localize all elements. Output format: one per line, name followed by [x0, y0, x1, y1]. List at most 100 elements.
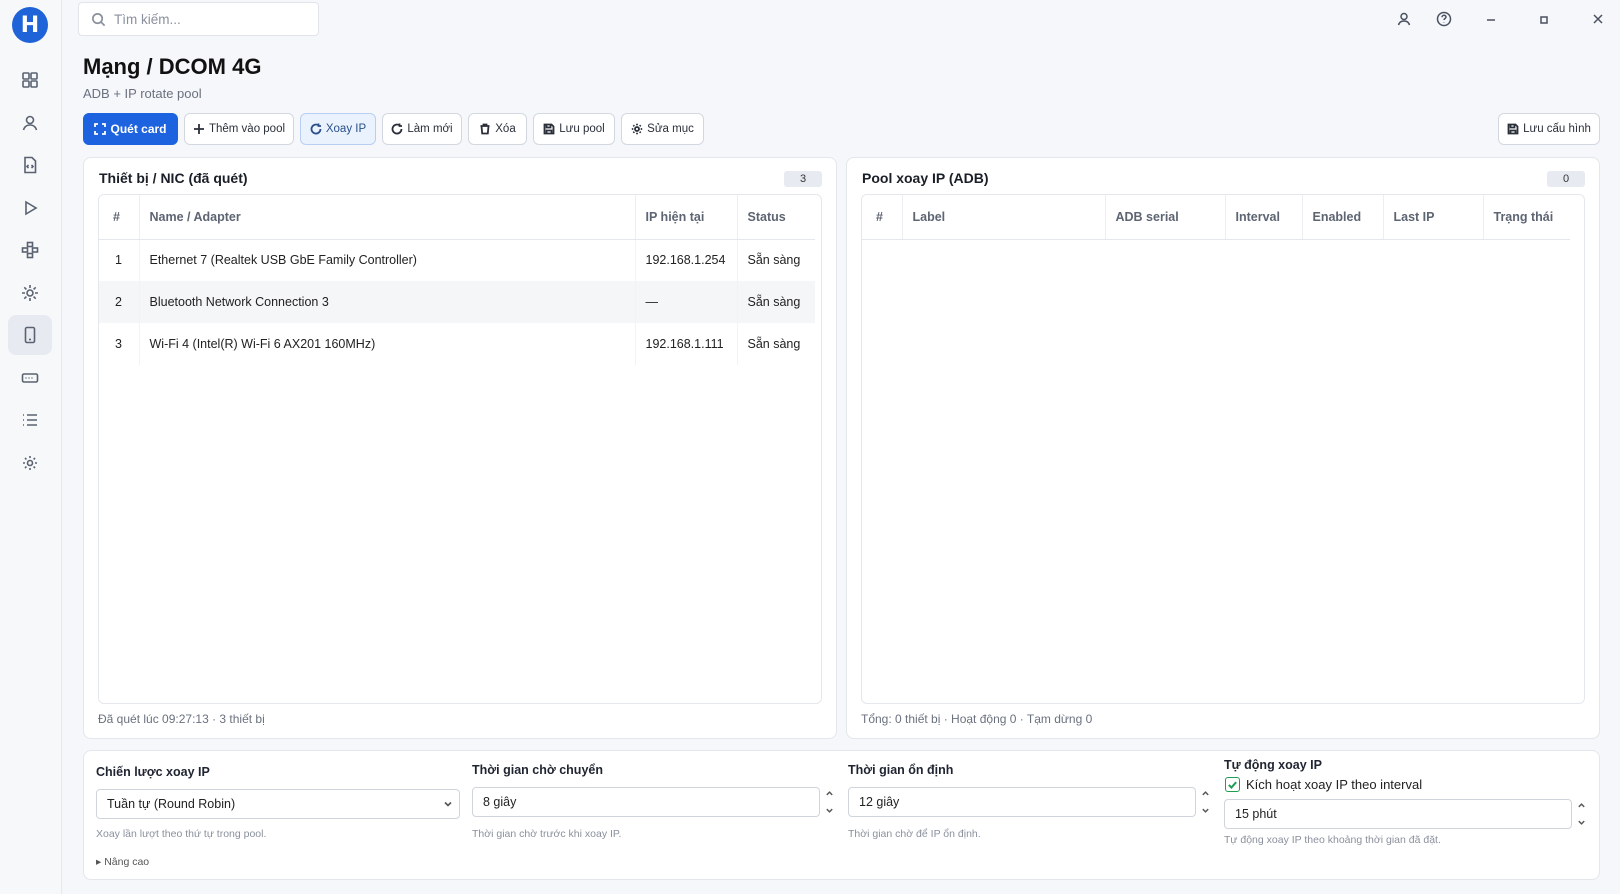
- auto-rotate-checkbox-label[interactable]: Kích hoạt xoay IP theo interval: [1246, 777, 1422, 792]
- row-status: Sẵn sàng: [737, 281, 815, 323]
- add-to-pool-label: Thêm vào pool: [208, 123, 286, 135]
- auto-rotate-checkbox[interactable]: [1225, 777, 1240, 792]
- close-icon: [1593, 14, 1603, 24]
- column-header-last-ip[interactable]: Last IP: [1383, 195, 1484, 240]
- sidebar-item-proxy[interactable]: [8, 273, 52, 313]
- stable-time-stepper[interactable]: [1198, 787, 1212, 817]
- column-header-ip[interactable]: IP hiện tại: [635, 195, 738, 240]
- search-box: [78, 2, 319, 36]
- close-button[interactable]: [1585, 8, 1611, 30]
- row-ip: 192.168.1.254: [635, 239, 738, 281]
- devices-table: # Name / Adapter IP hiện tại Status 1 Et…: [98, 194, 822, 704]
- sun-icon: [22, 285, 38, 301]
- devices-panel-title: Thiết bị / NIC (đã quét): [99, 170, 248, 186]
- sidebar-item-dashboard[interactable]: [8, 60, 52, 100]
- minimize-button[interactable]: [1478, 8, 1504, 30]
- search-input[interactable]: [114, 11, 304, 27]
- edit-item-label: Sửa mục: [647, 123, 694, 135]
- sidebar-item-network-map[interactable]: [8, 230, 52, 270]
- sidebar-item-scripts[interactable]: [8, 145, 52, 185]
- sidebar: H: [0, 0, 62, 894]
- column-header-adb-serial[interactable]: ADB serial: [1105, 195, 1226, 240]
- sidebar-item-cards[interactable]: [8, 358, 52, 398]
- devices-count-badge: 3: [784, 171, 822, 187]
- stable-time-input[interactable]: 12 giây: [848, 787, 1196, 817]
- stable-time-hint: Thời gian chờ để IP ổn định.: [848, 828, 981, 840]
- table-row[interactable]: 3 Wi-Fi 4 (Intel(R) Wi-Fi 6 AX201 160MHz…: [99, 323, 815, 365]
- devices-panel: Thiết bị / NIC (đã quét) 3 # Name / Adap…: [83, 157, 837, 739]
- auto-rotate-label: Tự động xoay IP: [1224, 758, 1322, 772]
- auto-interval-input[interactable]: 15 phút: [1224, 799, 1572, 829]
- user-icon: [22, 115, 38, 131]
- column-header-label[interactable]: Label: [902, 195, 1106, 240]
- devices-table-header: # Name / Adapter IP hiện tại Status: [99, 195, 815, 240]
- wait-time-stepper[interactable]: [822, 787, 836, 817]
- plus-icon: [193, 124, 204, 134]
- rotate-ip-label: Xoay IP: [325, 123, 367, 135]
- column-header-index[interactable]: #: [862, 195, 903, 240]
- pool-footer: Tổng: 0 thiết bị · Hoạt động 0 · Tạm dừn…: [861, 712, 1093, 726]
- sidebar-item-profile[interactable]: [8, 103, 52, 143]
- column-header-name[interactable]: Name / Adapter: [139, 195, 636, 240]
- mobile-icon: [24, 326, 36, 344]
- delete-label: Xóa: [495, 123, 516, 135]
- pool-panel-title: Pool xoay IP (ADB): [862, 170, 989, 186]
- wait-time-value: 8 giây: [483, 795, 517, 809]
- wait-time-label: Thời gian chờ chuyển: [472, 763, 603, 777]
- add-to-pool-button[interactable]: Thêm vào pool: [184, 113, 294, 145]
- save-icon: [1507, 123, 1519, 135]
- row-status: Sẵn sàng: [747, 337, 801, 351]
- row-status: Sẵn sàng: [747, 253, 801, 268]
- sidebar-item-list[interactable]: [8, 400, 52, 440]
- maximize-button[interactable]: [1531, 8, 1557, 30]
- stable-time-label: Thời gian ổn định: [848, 763, 954, 777]
- minimize-icon: [1487, 19, 1495, 21]
- list-icon: [23, 414, 37, 426]
- chevron-up-icon[interactable]: [1577, 801, 1586, 810]
- sidebar-item-run[interactable]: [8, 188, 52, 228]
- save-config-button[interactable]: Lưu cấu hình: [1498, 113, 1600, 145]
- strategy-label: Chiến lược xoay IP: [96, 765, 210, 779]
- file-code-icon: [24, 156, 37, 174]
- row-name: Ethernet 7 (Realtek USB GbE Family Contr…: [139, 239, 636, 281]
- rotate-ip-button[interactable]: Xoay IP: [300, 113, 376, 145]
- sidebar-item-settings[interactable]: [8, 443, 52, 483]
- chevron-down-icon[interactable]: [1201, 806, 1210, 815]
- gear-icon: [23, 456, 37, 470]
- search-icon: [92, 12, 106, 26]
- row-ip: 192.168.1.111: [635, 323, 738, 365]
- chevron-up-icon[interactable]: [825, 789, 834, 798]
- scan-card-button[interactable]: Quét card: [83, 113, 178, 145]
- delete-button[interactable]: Xóa: [468, 113, 527, 145]
- wait-time-input[interactable]: 8 giây: [472, 787, 820, 817]
- table-row[interactable]: 2 Bluetooth Network Connection 3 — Sẵn s…: [99, 281, 815, 323]
- column-header-enabled[interactable]: Enabled: [1302, 195, 1384, 240]
- edit-item-button[interactable]: Sửa mục: [621, 113, 704, 145]
- stable-time-value: 12 giây: [859, 795, 900, 809]
- strategy-select[interactable]: Tuần tự (Round Robin): [96, 789, 460, 819]
- scan-icon: [94, 123, 107, 135]
- refresh-button[interactable]: Làm mới: [382, 113, 462, 145]
- account-button[interactable]: [1391, 8, 1417, 30]
- pool-table-header: # Label ADB serial Interval Enabled Last…: [862, 195, 1570, 240]
- chevron-down-icon[interactable]: [825, 806, 834, 815]
- column-header-status[interactable]: Status: [737, 195, 815, 240]
- strategy-hint: Xoay lần lượt theo thứ tự trong pool.: [96, 828, 267, 840]
- chevron-down-icon[interactable]: [1577, 818, 1586, 827]
- refresh-icon: [392, 123, 403, 135]
- advanced-toggle[interactable]: ▸ Nâng cao: [96, 856, 149, 868]
- pool-panel: Pool xoay IP (ADB) 0 # Label ADB serial …: [846, 157, 1600, 739]
- help-button[interactable]: [1431, 8, 1457, 30]
- column-header-interval[interactable]: Interval: [1225, 195, 1303, 240]
- network-icon: [21, 241, 39, 259]
- table-row[interactable]: 1 Ethernet 7 (Realtek USB GbE Family Con…: [99, 239, 815, 281]
- column-header-state[interactable]: Trạng thái: [1483, 195, 1570, 240]
- row-index: 2: [99, 281, 140, 323]
- auto-interval-stepper[interactable]: [1574, 799, 1588, 829]
- save-config-label: Lưu cấu hình: [1523, 123, 1591, 135]
- play-icon: [25, 200, 38, 216]
- save-pool-button[interactable]: Lưu pool: [533, 113, 615, 145]
- column-header-index[interactable]: #: [99, 195, 140, 240]
- chevron-up-icon[interactable]: [1201, 789, 1210, 798]
- sidebar-item-mobile[interactable]: [8, 315, 52, 355]
